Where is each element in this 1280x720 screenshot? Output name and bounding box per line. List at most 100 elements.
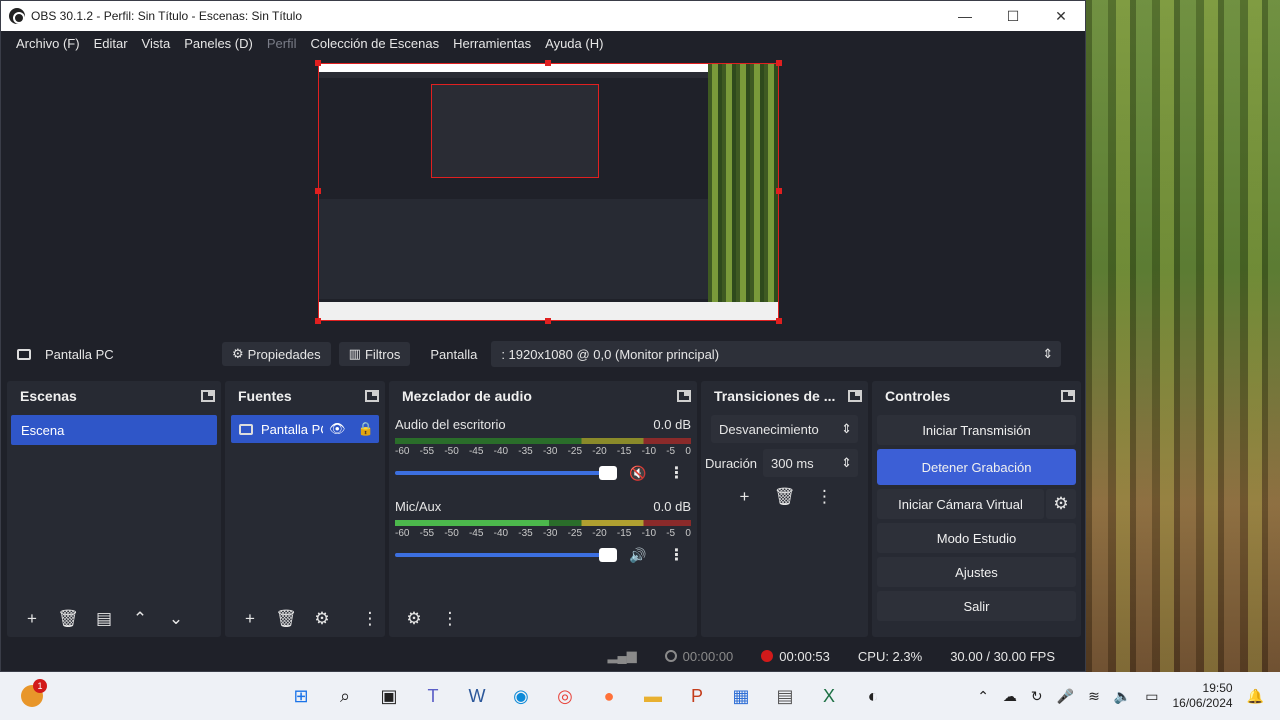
mixer-settings-button[interactable]: ⚙	[399, 607, 429, 631]
obs-taskbar-icon[interactable]: ◐	[857, 680, 889, 712]
search-icon[interactable]: ⌕	[329, 680, 361, 712]
menu-paneles[interactable]: Paneles (D)	[177, 36, 260, 51]
transition-select[interactable]: Desvanecimiento ⇕	[711, 415, 858, 443]
clock[interactable]: 19:50 16/06/2024	[1173, 681, 1233, 711]
transform-handle[interactable]	[776, 188, 782, 194]
wifi-icon[interactable]: ≋	[1088, 688, 1100, 705]
slider-knob[interactable]	[599, 466, 617, 480]
scene-item[interactable]: Escena	[11, 415, 217, 445]
channel-menu-button[interactable]: ⋮	[668, 545, 684, 565]
speaker-icon[interactable]: 🔊	[629, 547, 646, 564]
undock-icon[interactable]	[848, 390, 862, 402]
menu-herramientas[interactable]: Herramientas	[446, 36, 538, 51]
store-icon[interactable]: ▦	[725, 680, 757, 712]
undock-icon[interactable]	[365, 390, 379, 402]
meter-scale: -60 -55 -50 -45 -40 -35 -30 -25 -20 -15 -10 -5 0	[395, 528, 691, 539]
menu-vista[interactable]: Vista	[135, 36, 178, 51]
menu-ayuda[interactable]: Ayuda (H)	[538, 36, 610, 51]
filters-button[interactable]: ▥ Filtros	[338, 342, 411, 366]
teams-icon[interactable]: T	[417, 680, 449, 712]
virtual-camera-settings-icon[interactable]: ⚙	[1046, 489, 1076, 519]
docks: Escenas Escena + 🗑 ▤ ⌃ ⌄ Fuentes Pantall…	[7, 381, 1085, 637]
stream-time: 00:00:00	[682, 648, 734, 664]
transform-handle[interactable]	[776, 318, 782, 324]
battery-icon[interactable]: ▭	[1145, 688, 1158, 705]
mixer-channel-desktop: Audio del escritorio 0.0 dB -60 -55 -50 -45…	[389, 411, 697, 483]
undock-icon[interactable]	[201, 390, 215, 402]
mixer-more-button[interactable]: ⋮	[435, 607, 465, 631]
transform-handle[interactable]	[315, 188, 321, 194]
transform-handle[interactable]	[545, 318, 551, 324]
transform-handle[interactable]	[776, 60, 782, 66]
add-scene-button[interactable]: +	[17, 607, 47, 631]
close-button[interactable]: ✕	[1037, 1, 1085, 31]
file-explorer-icon[interactable]: ▬	[637, 680, 669, 712]
remove-source-button[interactable]: 🗑	[271, 607, 301, 631]
eye-icon[interactable]: 👁	[329, 421, 346, 437]
channel-menu-button[interactable]: ⋮	[668, 463, 684, 483]
menu-editar[interactable]: Editar	[87, 36, 135, 51]
menu-perfil[interactable]: Perfil	[260, 36, 304, 51]
preview-canvas[interactable]	[318, 63, 779, 321]
undock-icon[interactable]	[677, 390, 691, 402]
powerpoint-icon[interactable]: P	[681, 680, 713, 712]
transform-handle[interactable]	[315, 318, 321, 324]
notification-bell-icon[interactable]: 🔔	[1247, 688, 1264, 705]
duration-spinbox[interactable]: 300 ms ⇕	[763, 449, 858, 477]
window-title: OBS 30.1.2 - Perfil: Sin Título - Escena…	[31, 9, 303, 23]
transform-handle[interactable]	[545, 60, 551, 66]
exit-button[interactable]: Salir	[877, 591, 1076, 621]
cloud-icon[interactable]: ☁	[1003, 688, 1017, 705]
microphone-icon[interactable]: 🎤	[1057, 688, 1074, 705]
remove-transition-button[interactable]: 🗑	[770, 485, 800, 509]
source-more-button[interactable]: ⋮	[355, 607, 385, 631]
excel-icon[interactable]: X	[813, 680, 845, 712]
display-select[interactable]: : 1920x1080 @ 0,0 (Monitor principal) ⇕	[491, 341, 1062, 367]
maximize-button[interactable]: ☐	[989, 1, 1037, 31]
menu-archivo[interactable]: Archivo (F)	[9, 36, 87, 51]
calculator-icon[interactable]: ▤	[769, 680, 801, 712]
transition-more-button[interactable]: ⋮	[810, 485, 840, 509]
firefox-icon[interactable]: ●	[593, 680, 625, 712]
task-view-icon[interactable]: ▣	[373, 680, 405, 712]
add-source-button[interactable]: +	[235, 607, 265, 631]
recording-status: 00:00:53	[761, 649, 830, 664]
studio-mode-button[interactable]: Modo Estudio	[877, 523, 1076, 553]
transform-handle[interactable]	[315, 60, 321, 66]
scene-filters-button[interactable]: ▤	[89, 607, 119, 631]
system-tray: ⌃ ☁ ↻ 🎤 ≋ 🔈 ▭ 19:50 16/06/2024 🔔	[977, 681, 1264, 711]
sync-icon[interactable]: ↻	[1031, 688, 1043, 705]
slider-knob[interactable]	[599, 548, 617, 562]
move-down-button[interactable]: ⌄	[161, 607, 191, 631]
clock-time: 19:50	[1202, 681, 1233, 695]
chrome-icon[interactable]: ◎	[549, 680, 581, 712]
gear-icon: ⚙	[232, 346, 244, 361]
remove-scene-button[interactable]: 🗑	[53, 607, 83, 631]
settings-button[interactable]: Ajustes	[877, 557, 1076, 587]
updown-icon: ⇕	[841, 421, 852, 436]
edge-icon[interactable]: ◉	[505, 680, 537, 712]
start-icon[interactable]: ⊞	[285, 680, 317, 712]
source-item[interactable]: Pantalla PC 👁 🔒	[231, 415, 379, 443]
menu-coleccion-escenas[interactable]: Colección de Escenas	[303, 36, 446, 51]
add-transition-button[interactable]: +	[730, 485, 760, 509]
stream-status: 00:00:00	[664, 648, 734, 664]
start-streaming-button[interactable]: Iniciar Transmisión	[877, 415, 1076, 445]
chevron-up-icon[interactable]: ⌃	[977, 688, 989, 705]
word-icon[interactable]: W	[461, 680, 493, 712]
speaker-muted-icon[interactable]: 🔇	[629, 465, 646, 482]
source-properties-button[interactable]: ⚙	[307, 607, 337, 631]
lock-icon[interactable]: 🔒	[358, 421, 374, 437]
volume-slider[interactable]	[395, 466, 617, 480]
minimize-button[interactable]: —	[941, 1, 989, 31]
record-icon	[761, 650, 774, 662]
move-up-button[interactable]: ⌃	[125, 607, 155, 631]
volume-slider[interactable]	[395, 548, 617, 562]
start-virtual-camera-button[interactable]: Iniciar Cámara Virtual	[877, 489, 1044, 519]
undock-icon[interactable]	[1061, 390, 1075, 402]
properties-button[interactable]: ⚙ Propiedades	[222, 342, 331, 366]
widgets-button[interactable]: 1	[0, 679, 64, 707]
monitor-icon	[17, 348, 31, 360]
stop-recording-button[interactable]: Detener Grabación	[877, 449, 1076, 485]
volume-icon[interactable]: 🔈	[1114, 688, 1131, 705]
